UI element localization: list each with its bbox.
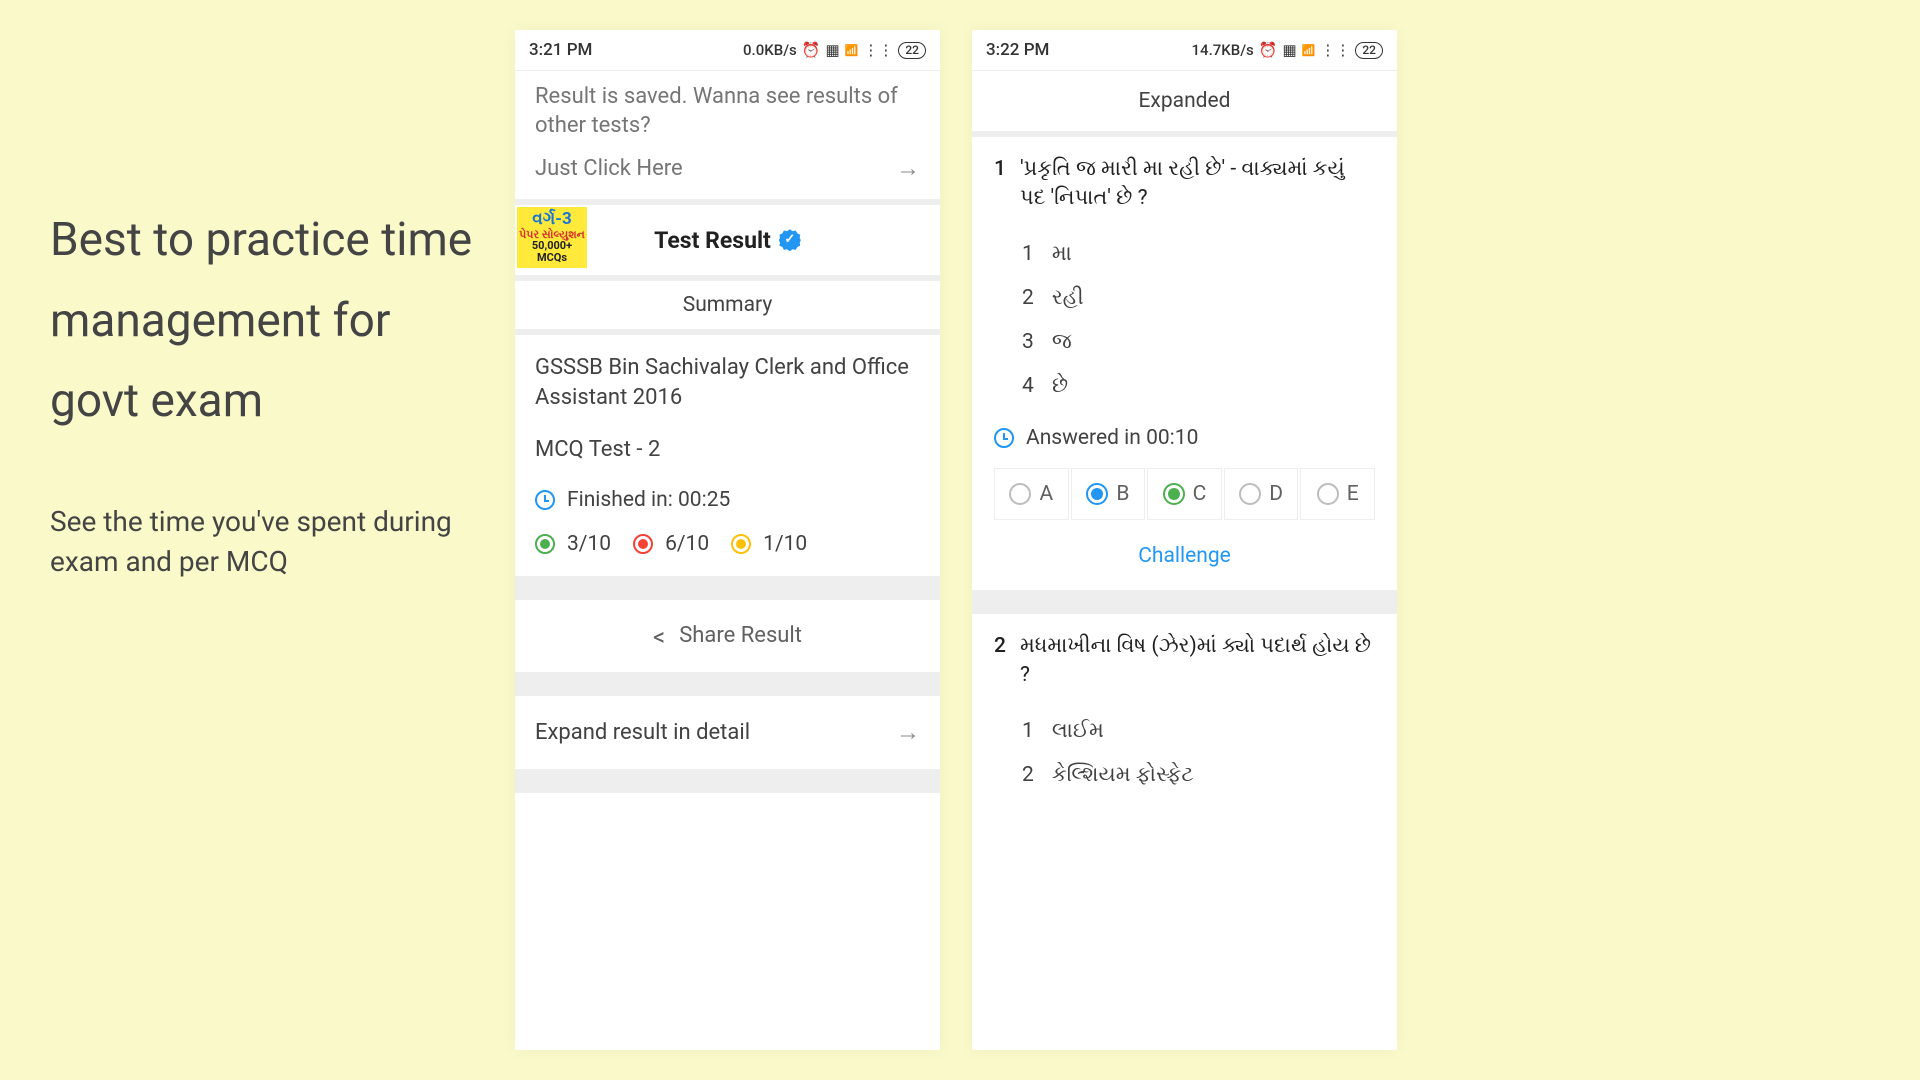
skipped-score: 1/10 (763, 532, 807, 556)
phone-screenshot-expanded: 3:22 PM 14.7KB/s ⏰ ▦ 📶 ⋮⋮ 22 Expanded 1 … (972, 30, 1397, 1050)
status-bar: 3:22 PM 14.7KB/s ⏰ ▦ 📶 ⋮⋮ 22 (972, 30, 1397, 70)
question-2-block: 2 મધમાખીના વિષ (ઝેર)માં ક્યો પદાર્થ હોય … (972, 614, 1397, 801)
choice-a[interactable]: A (994, 468, 1069, 520)
notice-text: Result is saved. Wanna see results of ot… (535, 83, 920, 140)
clock-icon (994, 428, 1014, 448)
status-bar: 3:21 PM 0.0KB/s ⏰ ▦ 📶 ⋮⋮ 22 (515, 30, 940, 70)
headline: Best to practice time management for gov… (50, 200, 490, 442)
correct-answer-icon (1163, 483, 1185, 505)
notice-block: Result is saved. Wanna see results of ot… (515, 71, 940, 146)
alarm-icon: ⏰ (802, 41, 821, 59)
expand-result-button[interactable]: Expand result in detail → (515, 696, 940, 769)
arrow-right-icon: → (896, 718, 920, 747)
answered-row: Answered in 00:10 (972, 412, 1397, 464)
expand-label: Expand result in detail (535, 720, 750, 745)
share-result-button[interactable]: < Share Result (515, 600, 940, 672)
verified-icon (779, 229, 801, 251)
arrow-right-icon: → (896, 154, 920, 183)
status-time: 3:21 PM (529, 40, 592, 60)
alarm-icon: ⏰ (1259, 41, 1278, 59)
q1-option-2: 2રહી (1022, 276, 1375, 320)
status-icons: 0.0KB/s ⏰ ▦ 📶 ⋮⋮ 22 (743, 41, 926, 59)
status-time: 3:22 PM (986, 40, 1049, 60)
varg-badge: વર્ગ-3 પેપર સોલ્યુશન 50,000+ MCQs (517, 207, 587, 268)
click-here-link[interactable]: Just Click Here → (515, 146, 940, 199)
q2-number: 2 (994, 632, 1006, 691)
expanded-title: Expanded (972, 71, 1397, 131)
question-1-block: 1 'પ્રકૃતિ જ મારી મા રહી છે' - વાક્યમાં … (972, 137, 1397, 412)
sim-icon: ▦ (1282, 41, 1296, 59)
summary-label: Summary (515, 281, 940, 329)
selected-answer-icon (1086, 483, 1108, 505)
wrong-dot-icon (633, 534, 653, 554)
finished-row: Finished in: 00:25 (515, 488, 940, 526)
q2-text: મધમાખીના વિષ (ઝેર)માં ક્યો પદાર્થ હોય છે… (1020, 632, 1375, 691)
answered-text: Answered in 00:10 (1026, 426, 1198, 450)
q2-option-2: 2કેલ્શિયમ ફોસ્ફેટ (1022, 753, 1375, 797)
q1-number: 1 (994, 155, 1006, 214)
test-name: MCQ Test - 2 (535, 437, 920, 462)
wrong-score: 6/10 (665, 532, 709, 556)
answer-choice-row: A B C D E (972, 464, 1397, 534)
choice-b[interactable]: B (1071, 468, 1146, 520)
skipped-dot-icon (731, 534, 751, 554)
battery-icon: 22 (898, 42, 926, 59)
signal-icon: 📶 (845, 44, 859, 57)
click-here-label: Just Click Here (535, 156, 683, 181)
wifi-icon: ⋮⋮ (863, 41, 893, 59)
subheadline: See the time you've spent during exam an… (50, 502, 490, 583)
q1-option-3: 3જ (1022, 320, 1375, 364)
clock-icon (535, 490, 555, 510)
status-icons: 14.7KB/s ⏰ ▦ 📶 ⋮⋮ 22 (1192, 41, 1383, 59)
q1-text: 'પ્રકૃતિ જ મારી મા રહી છે' - વાક્યમાં કય… (1020, 155, 1375, 214)
signal-icon: 📶 (1302, 44, 1316, 57)
test-result-title: Test Result (654, 227, 771, 254)
challenge-button[interactable]: Challenge (972, 534, 1397, 590)
phone-screenshot-result: 3:21 PM 0.0KB/s ⏰ ▦ 📶 ⋮⋮ 22 Result is sa… (515, 30, 940, 1050)
score-row: 3/10 6/10 1/10 (515, 526, 940, 576)
choice-e[interactable]: E (1300, 468, 1375, 520)
sim-icon: ▦ (825, 41, 839, 59)
battery-icon: 22 (1355, 42, 1383, 59)
choice-d[interactable]: D (1224, 468, 1299, 520)
marketing-text: Best to practice time management for gov… (50, 200, 490, 583)
q2-option-1: 1લાઈમ (1022, 709, 1375, 753)
wifi-icon: ⋮⋮ (1320, 41, 1350, 59)
q1-option-4: 4છે (1022, 364, 1375, 408)
q1-option-1: 1મા (1022, 232, 1375, 276)
correct-score: 3/10 (567, 532, 611, 556)
share-icon: < (653, 623, 665, 651)
share-label: Share Result (679, 623, 802, 648)
finished-text: Finished in: 00:25 (567, 488, 730, 512)
exam-name: GSSSB Bin Sachivalay Clerk and Office As… (535, 353, 920, 412)
exam-block: GSSSB Bin Sachivalay Clerk and Office As… (515, 335, 940, 487)
choice-c[interactable]: C (1147, 468, 1222, 520)
correct-dot-icon (535, 534, 555, 554)
result-header: વર્ગ-3 પેપર સોલ્યુશન 50,000+ MCQs Test R… (515, 205, 940, 275)
